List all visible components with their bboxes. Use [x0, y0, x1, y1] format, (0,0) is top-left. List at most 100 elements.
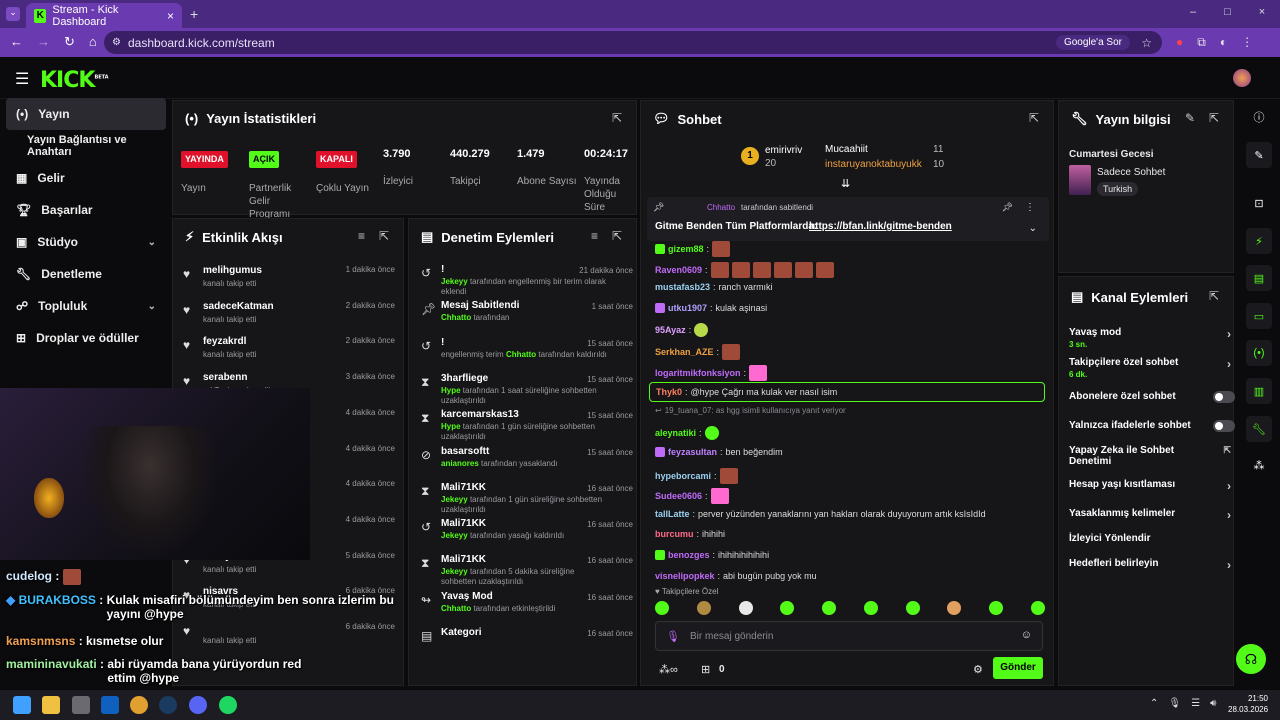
- emote-icon[interactable]: [696, 601, 711, 615]
- emote-icon[interactable]: [1030, 601, 1045, 615]
- chat-input-box[interactable]: 🎙︎ Bir mesaj gönderin ☺: [655, 621, 1043, 651]
- chat-scroll-icon[interactable]: ⇊: [841, 177, 850, 190]
- chat-username[interactable]: benozges: [668, 550, 710, 560]
- new-tab-icon[interactable]: +: [190, 6, 198, 22]
- popout-icon[interactable]: ⇱: [612, 111, 622, 125]
- emote-icon[interactable]: [822, 601, 837, 615]
- edit-pencil-icon[interactable]: ✎: [1185, 111, 1195, 125]
- forward-icon[interactable]: →: [37, 34, 50, 50]
- home-icon[interactable]: ⌂: [89, 34, 97, 50]
- kick-logo[interactable]: KICKBETA: [40, 68, 109, 93]
- store-icon[interactable]: [72, 696, 90, 714]
- reload-icon[interactable]: ↻: [64, 34, 75, 50]
- emote-icon[interactable]: [905, 601, 920, 615]
- minimize-icon[interactable]: –: [1190, 6, 1196, 18]
- emote-icon[interactable]: [863, 601, 878, 615]
- sidebar-item-moderation[interactable]: 🔧︎ Denetleme: [6, 258, 166, 290]
- channel-action-item[interactable]: İzleyici Yönlendir: [1069, 533, 1227, 544]
- popout-icon[interactable]: ⇱: [1209, 111, 1219, 125]
- event-user[interactable]: feyzakrdl: [203, 336, 246, 347]
- tab-menu-icon[interactable]: ⌄: [6, 7, 20, 21]
- chat-username[interactable]: feyzasultan: [668, 447, 717, 457]
- sidebar-item-achievements[interactable]: 🏆︎ Başarılar: [6, 194, 166, 226]
- event-user[interactable]: serabenn: [203, 372, 247, 383]
- pinned-link[interactable]: https://bfan.link/gitme-benden: [809, 221, 952, 232]
- channel-action-item[interactable]: Abonelere özel sohbet: [1069, 391, 1235, 403]
- filter-icon[interactable]: ≡: [591, 229, 598, 243]
- popout-icon[interactable]: ⇱: [1209, 289, 1219, 303]
- browser-tab[interactable]: K Stream - Kick Dashboard ×: [26, 3, 182, 28]
- channel-action-item[interactable]: Yapay Zeka ile Sohbet Denetimi ⇱: [1069, 445, 1231, 467]
- channel-action-item[interactable]: Yalnızca ifadelerle sohbet: [1069, 420, 1235, 432]
- sidebar-item-stream-key[interactable]: Yayın Bağlantısı ve Anahtarı: [6, 130, 166, 162]
- sidebar-item-stream[interactable]: (•) Yayın: [6, 98, 166, 130]
- discord-icon[interactable]: [189, 696, 207, 714]
- mod-user[interactable]: Hype: [441, 386, 461, 395]
- spotify-icon[interactable]: [219, 696, 237, 714]
- community-icon[interactable]: ⁂∞: [659, 663, 678, 676]
- popout-icon[interactable]: ⇱: [1029, 111, 1039, 125]
- unpin-icon[interactable]: 📌︎: [1002, 202, 1013, 213]
- emote-icon[interactable]: [738, 601, 753, 615]
- toggle-switch[interactable]: [1213, 391, 1235, 403]
- microphone-icon[interactable]: 🎙︎: [666, 630, 680, 643]
- site-info-icon[interactable]: ⚙: [112, 37, 121, 48]
- mod-user[interactable]: Hype: [441, 422, 461, 431]
- profile-avatar-icon[interactable]: ◐: [1220, 35, 1227, 50]
- mod-user[interactable]: anianores: [441, 459, 479, 468]
- network-icon[interactable]: ☰: [1191, 698, 1200, 709]
- chat-username[interactable]: gizem88: [668, 244, 704, 254]
- filter-icon[interactable]: ≡: [358, 229, 365, 243]
- community-icon[interactable]: ⁂: [1246, 452, 1272, 478]
- browser-menu-icon[interactable]: ⋮: [1241, 35, 1253, 50]
- lightning-icon[interactable]: ⚡︎: [1246, 228, 1272, 254]
- focus-icon[interactable]: ⊡: [1246, 190, 1272, 216]
- url-bar[interactable]: ⚙ dashboard.kick.com/stream Google'a Sor…: [104, 31, 1162, 54]
- channel-action-item[interactable]: Hedefleri belirleyin ›: [1069, 558, 1231, 572]
- send-button[interactable]: Gönder: [993, 657, 1043, 679]
- event-user[interactable]: sadeceKatman: [203, 301, 274, 312]
- chat-username[interactable]: visnelipopkek: [655, 571, 715, 581]
- popout-icon[interactable]: ⇱: [379, 229, 389, 243]
- steam-icon[interactable]: [159, 696, 177, 714]
- user-avatar[interactable]: [1233, 69, 1251, 87]
- broadcast-icon[interactable]: (•): [1246, 340, 1272, 366]
- maximize-icon[interactable]: □: [1224, 6, 1231, 18]
- chat-username[interactable]: Sudee0606: [655, 491, 702, 501]
- gift-box-icon[interactable]: ⊞: [701, 663, 710, 676]
- channel-action-item[interactable]: Hesap yaşı kısıtlaması ›: [1069, 479, 1231, 493]
- outlook-icon[interactable]: [101, 696, 119, 714]
- chat-username[interactable]: Serkhan_AZE: [655, 347, 714, 357]
- channel-actions-icon[interactable]: ▥: [1246, 378, 1272, 404]
- chat-username[interactable]: Thyk0: [656, 387, 682, 397]
- mod-user[interactable]: Jekeyy: [441, 495, 468, 504]
- chevron-down-icon[interactable]: ⌄: [1029, 223, 1037, 234]
- chat-username[interactable]: logaritmikfonksiyon: [655, 368, 741, 378]
- chat-username[interactable]: 95Ayaz: [655, 325, 686, 335]
- extensions-puzzle-icon[interactable]: ⧉: [1197, 35, 1206, 50]
- emote-icon[interactable]: [780, 601, 795, 615]
- mod-user[interactable]: Jekeyy: [441, 277, 468, 286]
- chat-username[interactable]: hypeborcami: [655, 471, 711, 481]
- close-tab-icon[interactable]: ×: [167, 9, 174, 23]
- channel-action-item[interactable]: Yavaş mod 3 sn. ›: [1069, 327, 1231, 349]
- chrome-icon[interactable]: [130, 696, 148, 714]
- sidebar-item-studio[interactable]: ▣ Stüdyo ⌄: [6, 226, 166, 258]
- extension-red-icon[interactable]: ●: [1176, 35, 1183, 50]
- chat-username[interactable]: burcumu: [655, 529, 694, 539]
- chat-bubble-icon[interactable]: ▭: [1246, 303, 1272, 329]
- windows-start-icon[interactable]: [13, 696, 31, 714]
- chat-username[interactable]: mustafasb23: [655, 282, 710, 292]
- mod-user[interactable]: Chhatto: [441, 604, 471, 613]
- emote-icon[interactable]: [655, 601, 669, 615]
- emoji-icon[interactable]: ☺: [1021, 629, 1032, 641]
- volume-icon[interactable]: 🔊︎: [1210, 698, 1216, 709]
- channel-action-item[interactable]: Yasaklanmış kelimeler ›: [1069, 508, 1231, 522]
- document-icon[interactable]: ▤: [1246, 265, 1272, 291]
- channel-action-item[interactable]: Takipçilere özel sohbet 6 dk. ›: [1069, 357, 1231, 379]
- microphone-icon[interactable]: 🎙︎: [1168, 698, 1181, 709]
- info-icon[interactable]: ⓘ: [1246, 104, 1272, 130]
- chevron-up-icon[interactable]: ⌃: [1150, 698, 1158, 709]
- hamburger-menu-icon[interactable]: ☰: [15, 69, 29, 89]
- sidebar-item-revenue[interactable]: ▦ Gelir: [6, 162, 166, 194]
